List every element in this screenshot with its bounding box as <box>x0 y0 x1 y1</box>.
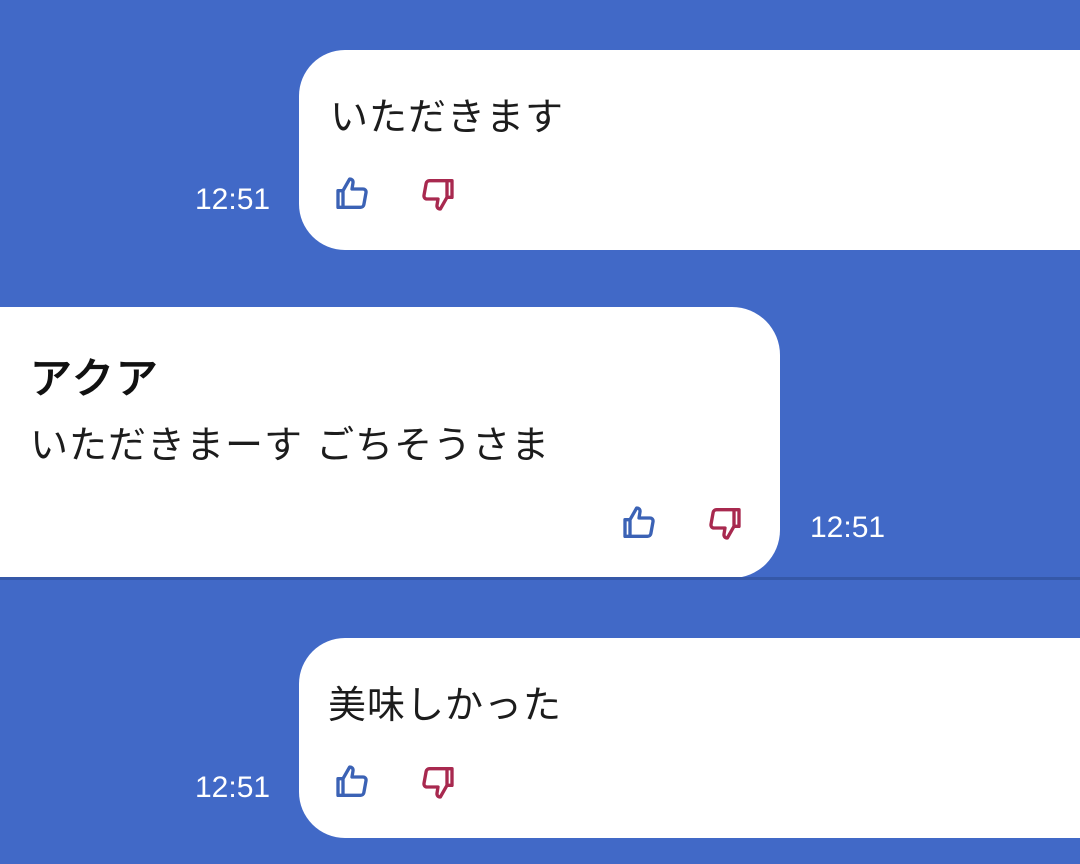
thumbs-down-icon[interactable] <box>417 174 457 214</box>
reaction-bar <box>620 503 744 543</box>
message-timestamp: 12:51 <box>810 511 886 544</box>
divider <box>0 577 1080 580</box>
thumbs-down-icon[interactable] <box>417 762 457 802</box>
message-timestamp: 12:51 <box>195 771 271 804</box>
sender-name: アクア <box>30 354 160 403</box>
message-bubble-outgoing[interactable]: いただきます <box>299 50 1080 250</box>
message-timestamp: 12:51 <box>195 183 271 216</box>
reaction-bar <box>333 762 457 802</box>
message-text: いただきます <box>330 95 565 139</box>
message-text: 美味しかった <box>328 683 563 727</box>
thumbs-up-icon[interactable] <box>333 174 373 214</box>
reaction-bar <box>333 174 457 214</box>
message-bubble-incoming[interactable]: アクア いただきまーす ごちそうさま <box>0 307 780 578</box>
message-text: いただきまーす ごちそうさま <box>30 423 551 467</box>
thumbs-up-icon[interactable] <box>333 762 373 802</box>
thumbs-up-icon[interactable] <box>620 503 660 543</box>
message-bubble-outgoing[interactable]: 美味しかった <box>299 638 1080 838</box>
thumbs-down-icon[interactable] <box>704 503 744 543</box>
